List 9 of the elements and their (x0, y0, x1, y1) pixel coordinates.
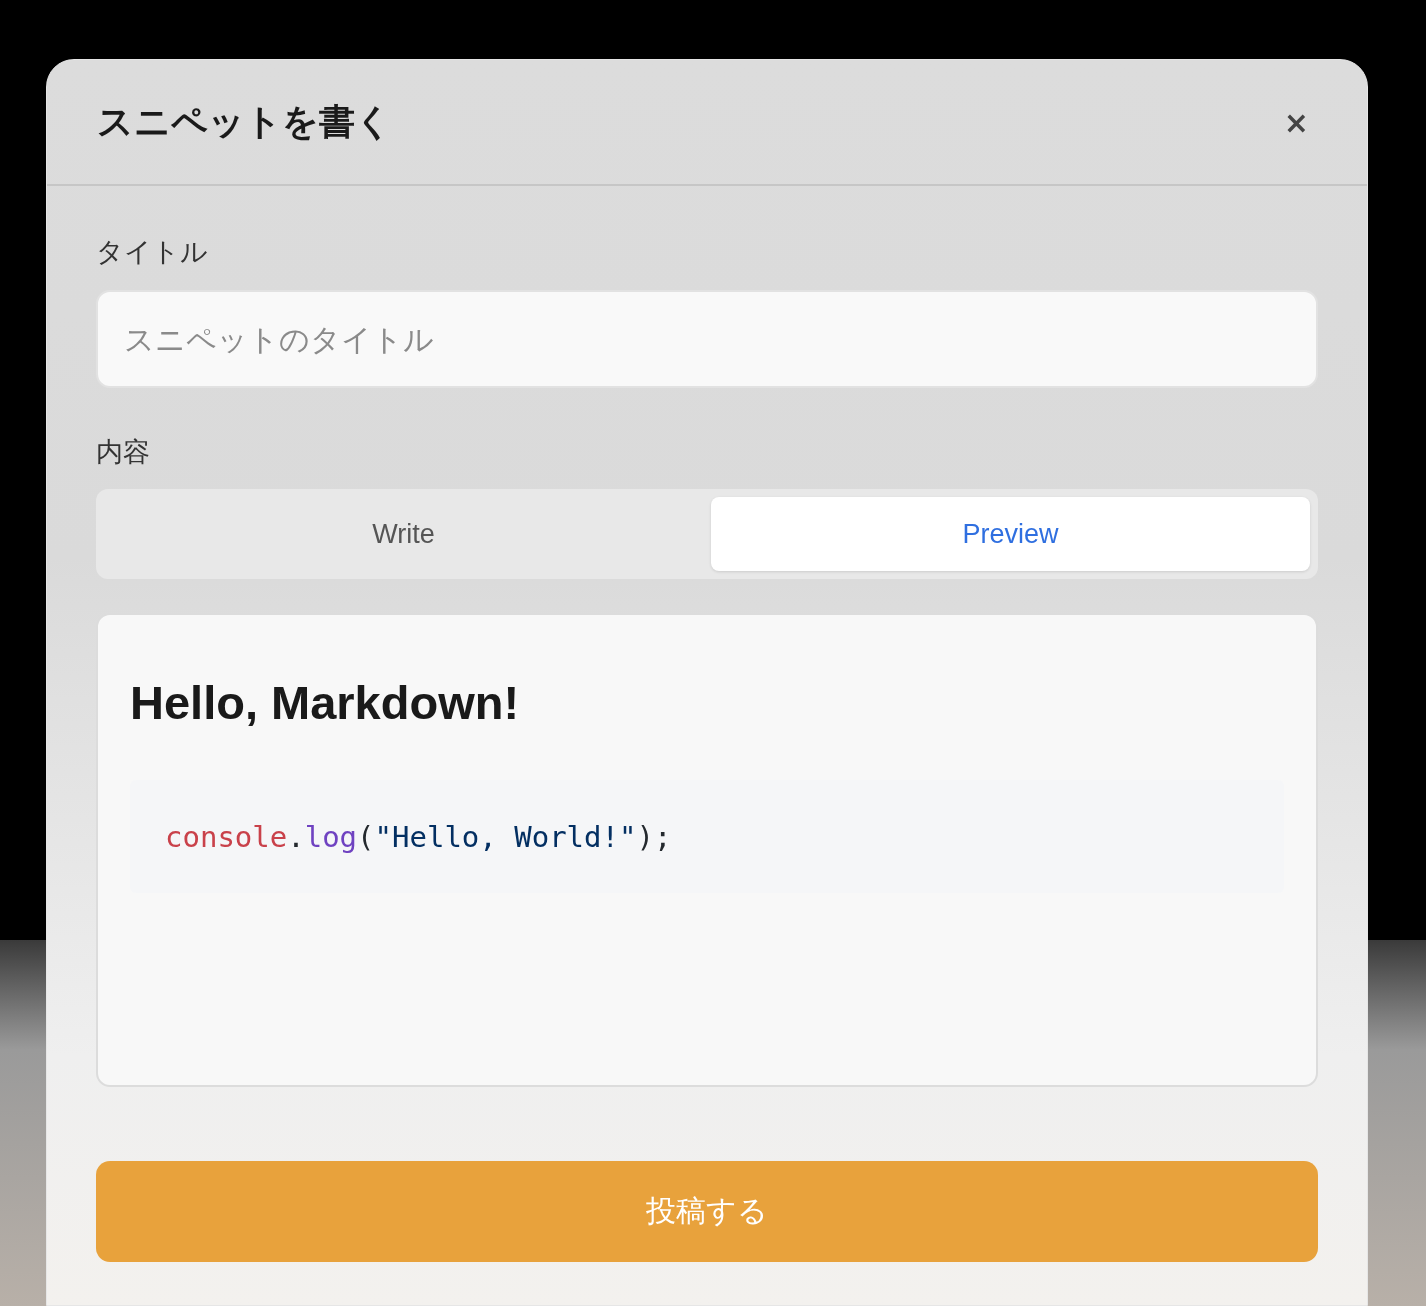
code-line: console.log("Hello, World!"); (165, 819, 672, 854)
field-label: タイトル (96, 236, 209, 268)
tab[interactable]: Write (104, 497, 703, 571)
close-button[interactable]: × (1279, 104, 1313, 140)
title-input[interactable]: スニペットのタイトル (96, 290, 1318, 388)
preview-heading: Hello, Markdown! (130, 675, 520, 730)
field-label: 内容 (96, 436, 151, 468)
tab[interactable]: Preview (711, 497, 1310, 571)
dialog-title: スニペットを書く (97, 99, 392, 144)
